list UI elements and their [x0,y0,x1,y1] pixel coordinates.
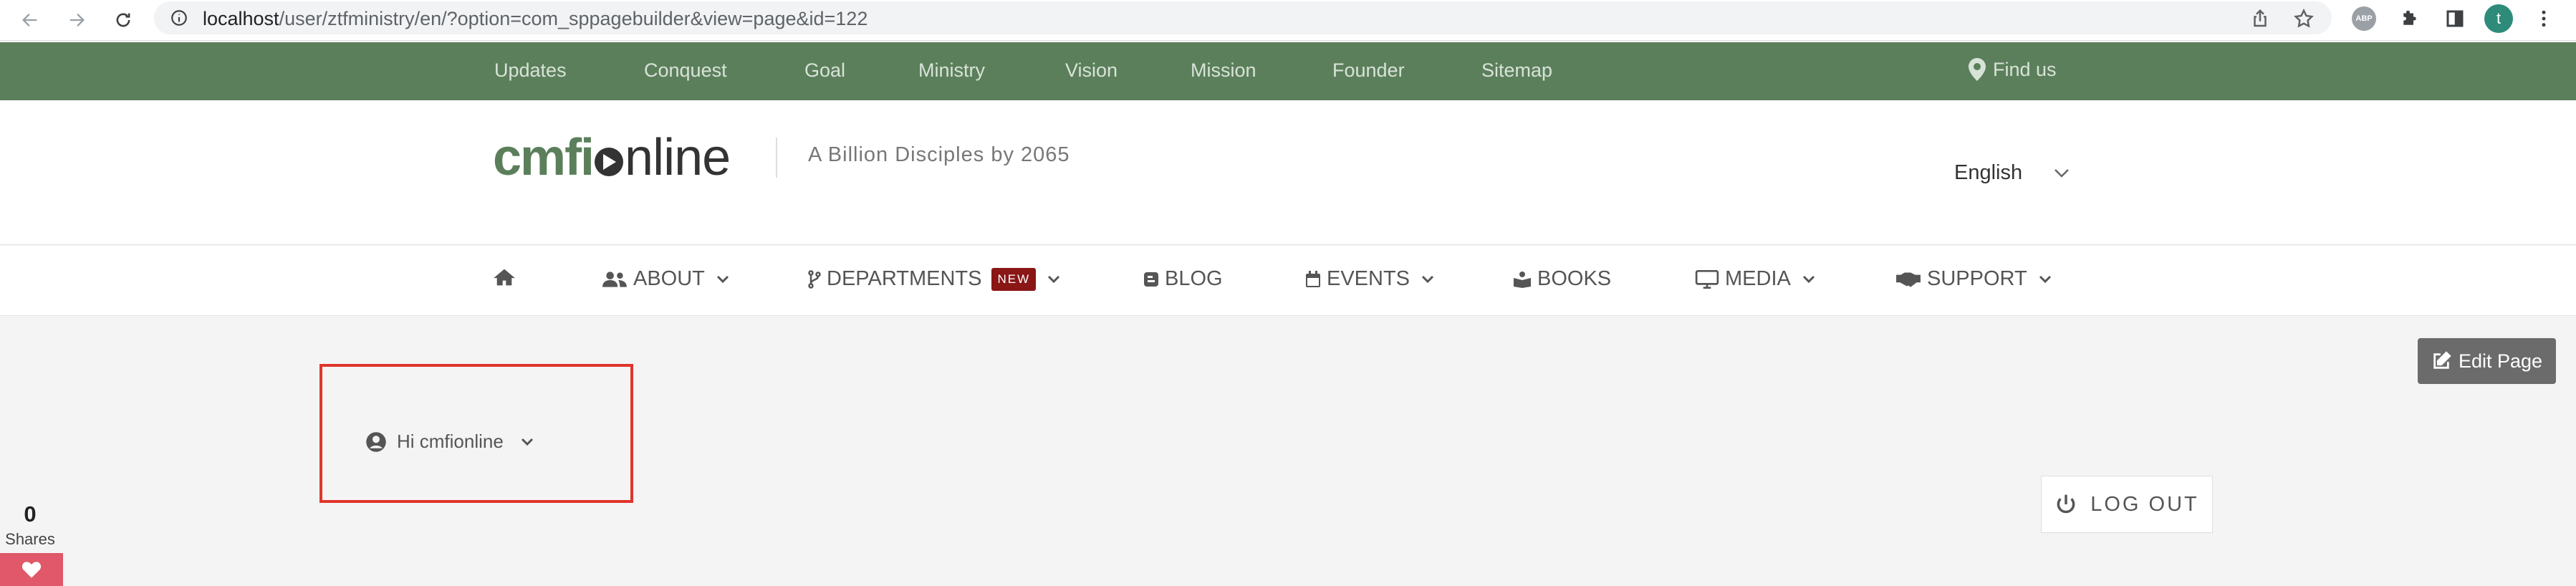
header-divider [776,138,777,178]
toplink-updates[interactable]: Updates [494,59,567,82]
handshake-icon [1896,272,1921,287]
side-panel-button[interactable] [2441,4,2469,33]
language-selector[interactable]: English [1954,161,2070,185]
branch-icon [808,269,821,289]
url-host: localhost [203,8,279,29]
toplink-ministry[interactable]: Ministry [918,59,985,82]
menu-home[interactable] [493,267,516,287]
reload-icon [116,13,130,27]
menu-books-label: BOOKS [1537,267,1612,290]
menu-events[interactable]: EVENTS [1305,267,1434,291]
side-panel-icon [2446,10,2464,27]
blog-icon [1144,272,1158,287]
adblock-extension[interactable]: ABP [2350,4,2378,33]
logo-text-1: cmfi [493,129,595,186]
home-icon [494,269,515,286]
share-counter: 0 Shares [0,501,60,549]
chevron-down-icon [2054,168,2070,178]
language-label: English [1954,161,2023,184]
site-logo[interactable]: cmfi nline [493,129,731,186]
extensions-button[interactable] [2395,4,2424,33]
user-greeting: Hi cmfionline [397,431,504,452]
heart-icon [21,562,42,578]
site-header: cmfi nline A Billion Disciples by 2065 E… [0,100,2576,245]
chevron-down-icon [1048,275,1060,283]
menu-blog-label: BLOG [1165,267,1223,290]
address-bar[interactable]: localhost/user/ztfministry/en/?option=co… [154,1,2332,34]
toplink-goal[interactable]: Goal [804,59,845,82]
logout-label: LOG OUT [2090,492,2199,516]
forward-button[interactable] [61,4,92,36]
profile-avatar: t [2484,4,2513,33]
adblock-icon: ABP [2352,6,2376,31]
menu-about-label: ABOUT [633,267,705,290]
toplink-conquest[interactable]: Conquest [644,59,727,82]
book-reader-icon [1514,271,1531,288]
menu-media[interactable]: MEDIA [1695,267,1815,291]
menu-support[interactable]: SUPPORT [1895,267,2052,291]
main-menu: ABOUT DEPARTMENTS NEW BLOG EVENTS BOOKS … [0,246,2576,316]
site-info-icon[interactable] [170,9,188,27]
menu-books[interactable]: BOOKS [1513,267,1611,291]
arrow-right-icon [69,14,85,27]
menu-departments-label: DEPARTMENTS [827,267,982,290]
find-us-label: Find us [1993,58,2057,80]
users-icon [602,271,627,287]
toplink-founder[interactable]: Founder [1332,59,1405,82]
share-count: 0 [24,501,37,527]
back-button[interactable] [14,4,46,36]
new-badge: NEW [991,267,1037,291]
calendar-icon [1306,270,1320,287]
browser-toolbar: localhost/user/ztfministry/en/?option=co… [0,0,2576,41]
chevron-down-icon [1802,275,1815,283]
toplink-mission[interactable]: Mission [1191,59,1256,82]
reload-button[interactable] [107,4,139,36]
user-circle-icon [366,431,386,452]
url-text: localhost/user/ztfministry/en/?option=co… [203,8,868,30]
kebab-menu-icon [2542,10,2546,27]
top-links-bar: Updates Conquest Goal Ministry Vision Mi… [0,42,2576,100]
find-us-link[interactable]: Find us [1969,58,2057,81]
user-greeting-dropdown[interactable]: Hi cmfionline [365,431,534,453]
menu-media-label: MEDIA [1725,267,1791,290]
menu-support-label: SUPPORT [1927,267,2027,290]
chevron-down-icon [716,275,729,283]
bookmark-star-icon[interactable] [2293,8,2315,29]
menu-about[interactable]: ABOUT [602,267,729,291]
map-pin-icon [1969,58,1986,81]
chevron-down-icon [521,438,533,446]
url-path: /user/ztfministry/en/?option=com_sppageb… [279,8,868,29]
puzzle-icon [2403,10,2416,25]
browser-menu-button[interactable] [2529,4,2558,33]
desktop-icon [1695,269,1719,289]
toplink-sitemap[interactable]: Sitemap [1481,59,1552,82]
menu-blog[interactable]: BLOG [1143,267,1223,291]
edit-page-button[interactable]: Edit Page [2418,338,2556,384]
edit-page-label: Edit Page [2458,350,2543,372]
profile-button[interactable]: t [2484,4,2513,33]
menu-departments[interactable]: DEPARTMENTS NEW [808,267,1060,291]
site-tagline: A Billion Disciples by 2065 [808,143,1070,166]
like-button[interactable] [0,553,63,586]
menu-events-label: EVENTS [1327,267,1410,290]
toplink-vision[interactable]: Vision [1065,59,1118,82]
share-icon[interactable] [2249,8,2271,29]
logo-play-icon [595,148,624,176]
power-icon [2057,494,2075,514]
chevron-down-icon [2039,275,2051,283]
edit-icon [2433,351,2451,369]
share-label: Shares [5,530,55,548]
logout-button[interactable]: LOG OUT [2041,476,2213,533]
chevron-down-icon [1421,275,1434,283]
logo-text-2: nline [625,129,731,186]
arrow-left-icon [22,14,37,27]
